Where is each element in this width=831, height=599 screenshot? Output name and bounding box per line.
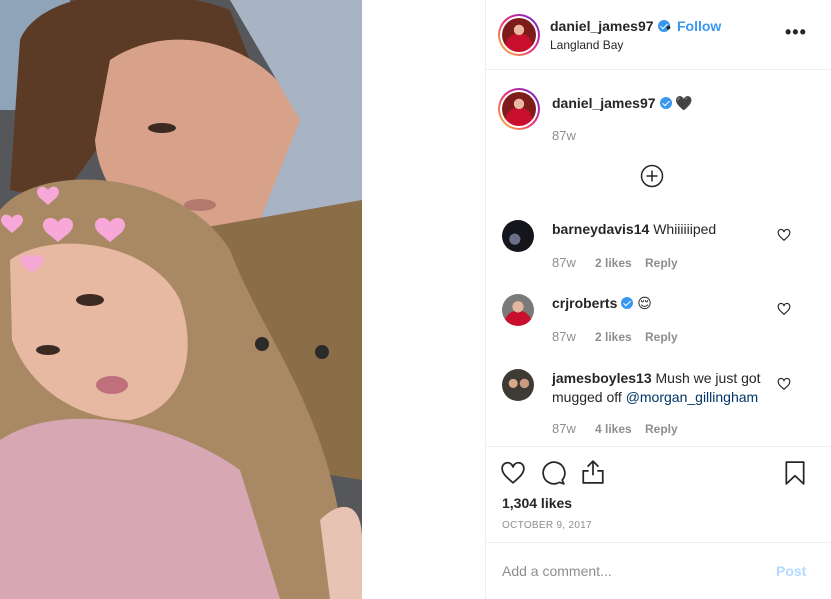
comment-timestamp[interactable]: 87w <box>552 329 576 344</box>
location-link[interactable]: Langland Bay <box>550 38 623 52</box>
likes-count[interactable]: 1,304 likes <box>502 495 572 511</box>
post-header: daniel_james97 • Follow Langland Bay ••• <box>486 0 831 70</box>
comment-likes-count[interactable]: 4 likes <box>595 422 632 436</box>
post-photo[interactable] <box>0 0 362 599</box>
comment-username[interactable]: crjroberts <box>552 295 617 311</box>
comment-item: barneydavis14 Whiiiiiiped <box>552 220 777 239</box>
add-comment-input[interactable] <box>502 561 762 581</box>
separator-dot: • <box>666 19 671 35</box>
comment-reply-button[interactable]: Reply <box>645 330 678 344</box>
caption-username[interactable]: daniel_james97 <box>552 95 656 111</box>
comment-username[interactable]: barneydavis14 <box>552 221 649 237</box>
comment-item: jamesboyles13 Mush we just got mugged of… <box>552 369 784 407</box>
comment-like-heart-icon[interactable] <box>777 377 791 391</box>
author-username-text[interactable]: daniel_james97 <box>550 18 654 34</box>
comment-avatar-jamesboyles13[interactable] <box>502 369 534 401</box>
author-username[interactable]: daniel_james97 <box>550 18 670 34</box>
like-heart-icon[interactable] <box>500 460 526 486</box>
load-more-comments-icon[interactable] <box>640 164 664 188</box>
comment-like-heart-icon[interactable] <box>777 302 791 316</box>
comment-item: crjroberts 😌 <box>552 294 777 313</box>
comment-avatar-crjroberts[interactable] <box>502 294 534 326</box>
post-date[interactable]: OCTOBER 9, 2017 <box>502 520 592 531</box>
comment-likes-count[interactable]: 2 likes <box>595 256 632 270</box>
caption-avatar[interactable] <box>498 88 540 130</box>
verified-badge-icon <box>659 97 672 109</box>
selfie-image <box>0 0 362 599</box>
comment-text: Whiiiiiiped <box>653 221 717 237</box>
comment-text: 😌 <box>637 295 652 311</box>
comment-reply-button[interactable]: Reply <box>645 422 678 436</box>
post-actions: 1,304 likes OCTOBER 9, 2017 <box>486 446 831 542</box>
follow-button[interactable]: Follow <box>677 18 721 34</box>
post-comment-button[interactable]: Post <box>776 563 806 579</box>
comment-username[interactable]: jamesboyles13 <box>552 370 652 386</box>
comment-timestamp[interactable]: 87w <box>552 255 576 270</box>
comment-like-heart-icon[interactable] <box>777 228 791 242</box>
verified-badge-icon <box>621 297 634 309</box>
share-icon[interactable] <box>580 459 606 485</box>
post-sidebar: daniel_james97 • Follow Langland Bay •••… <box>485 0 831 599</box>
comment-likes-count[interactable]: 2 likes <box>595 330 632 344</box>
caption-text: 🖤 <box>675 95 693 111</box>
comment-timestamp[interactable]: 87w <box>552 421 576 436</box>
comment-bubble-icon[interactable] <box>540 460 566 486</box>
more-options-icon[interactable]: ••• <box>785 22 807 43</box>
comment-avatar-barneydavis14[interactable] <box>502 220 534 252</box>
add-comment-bar: Post <box>486 542 831 599</box>
comment-mention-link[interactable]: @morgan_gillingham <box>626 389 759 405</box>
caption: daniel_james97 🖤 <box>552 94 777 113</box>
caption-timestamp[interactable]: 87w <box>552 128 576 143</box>
save-bookmark-icon[interactable] <box>782 460 808 486</box>
comment-reply-button[interactable]: Reply <box>645 256 678 270</box>
author-avatar[interactable] <box>498 14 540 56</box>
